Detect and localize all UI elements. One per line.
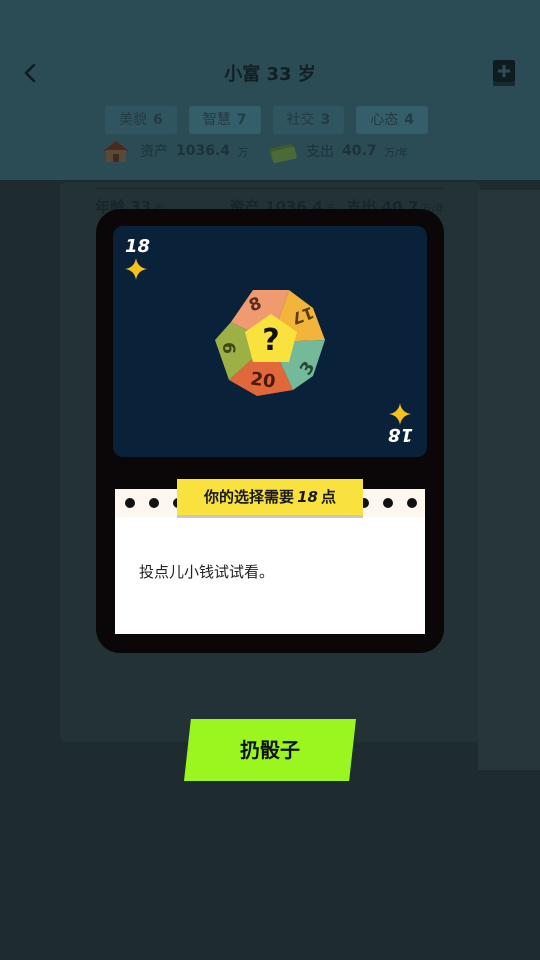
background-side-column <box>478 190 540 770</box>
sparkle-icon <box>125 258 147 280</box>
stat-beauty: 美貌 6 <box>105 106 177 134</box>
book-icon[interactable] <box>490 58 518 88</box>
binding-hole <box>149 498 159 508</box>
d20-dice-icon: ? 8 17 6 3 20 <box>215 290 325 396</box>
stat-social: 社交 3 <box>272 106 345 134</box>
required-points: 18 <box>297 488 318 506</box>
divider <box>95 188 443 189</box>
choice-requirement-banner: 你的选择需要 18 点 <box>177 479 363 515</box>
dice-card: 18 ? 8 17 6 3 20 18 <box>113 226 427 457</box>
target-number-top: 18 <box>125 236 151 257</box>
binding-hole <box>125 498 135 508</box>
event-description: 投点儿小钱试试看。 <box>139 563 275 581</box>
target-number-bottom: 18 <box>387 424 413 445</box>
assets-item: 资产 1036.4 万 <box>100 138 248 164</box>
money-row: 资产 1036.4 万 支出 40.7 万/年 <box>100 136 445 166</box>
attribute-stats: 美貌 6 智慧 7 社交 3 心态 4 <box>105 106 428 134</box>
top-bar: 小富 33 岁 <box>0 50 540 96</box>
sparkle-icon <box>389 403 411 425</box>
stat-wisdom: 智慧 7 <box>188 106 261 134</box>
dice-face-bottom: 20 <box>249 368 277 392</box>
dice-face-left: 6 <box>218 342 238 354</box>
expense-item: 支出 40.7 万/年 <box>266 138 408 164</box>
binding-hole <box>383 498 393 508</box>
page-title: 小富 33 岁 <box>224 64 316 85</box>
stat-mood: 心态 4 <box>356 106 428 134</box>
house-icon <box>100 138 132 164</box>
roll-dice-button[interactable]: 扔骰子 <box>184 719 356 781</box>
binding-hole <box>407 498 417 508</box>
cash-icon <box>266 138 298 164</box>
dice-face-center: ? <box>262 323 279 358</box>
dice-check-dialog: 18 ? 8 17 6 3 20 18 投点儿小钱试试看。 你的选择需要 18 … <box>96 209 444 653</box>
